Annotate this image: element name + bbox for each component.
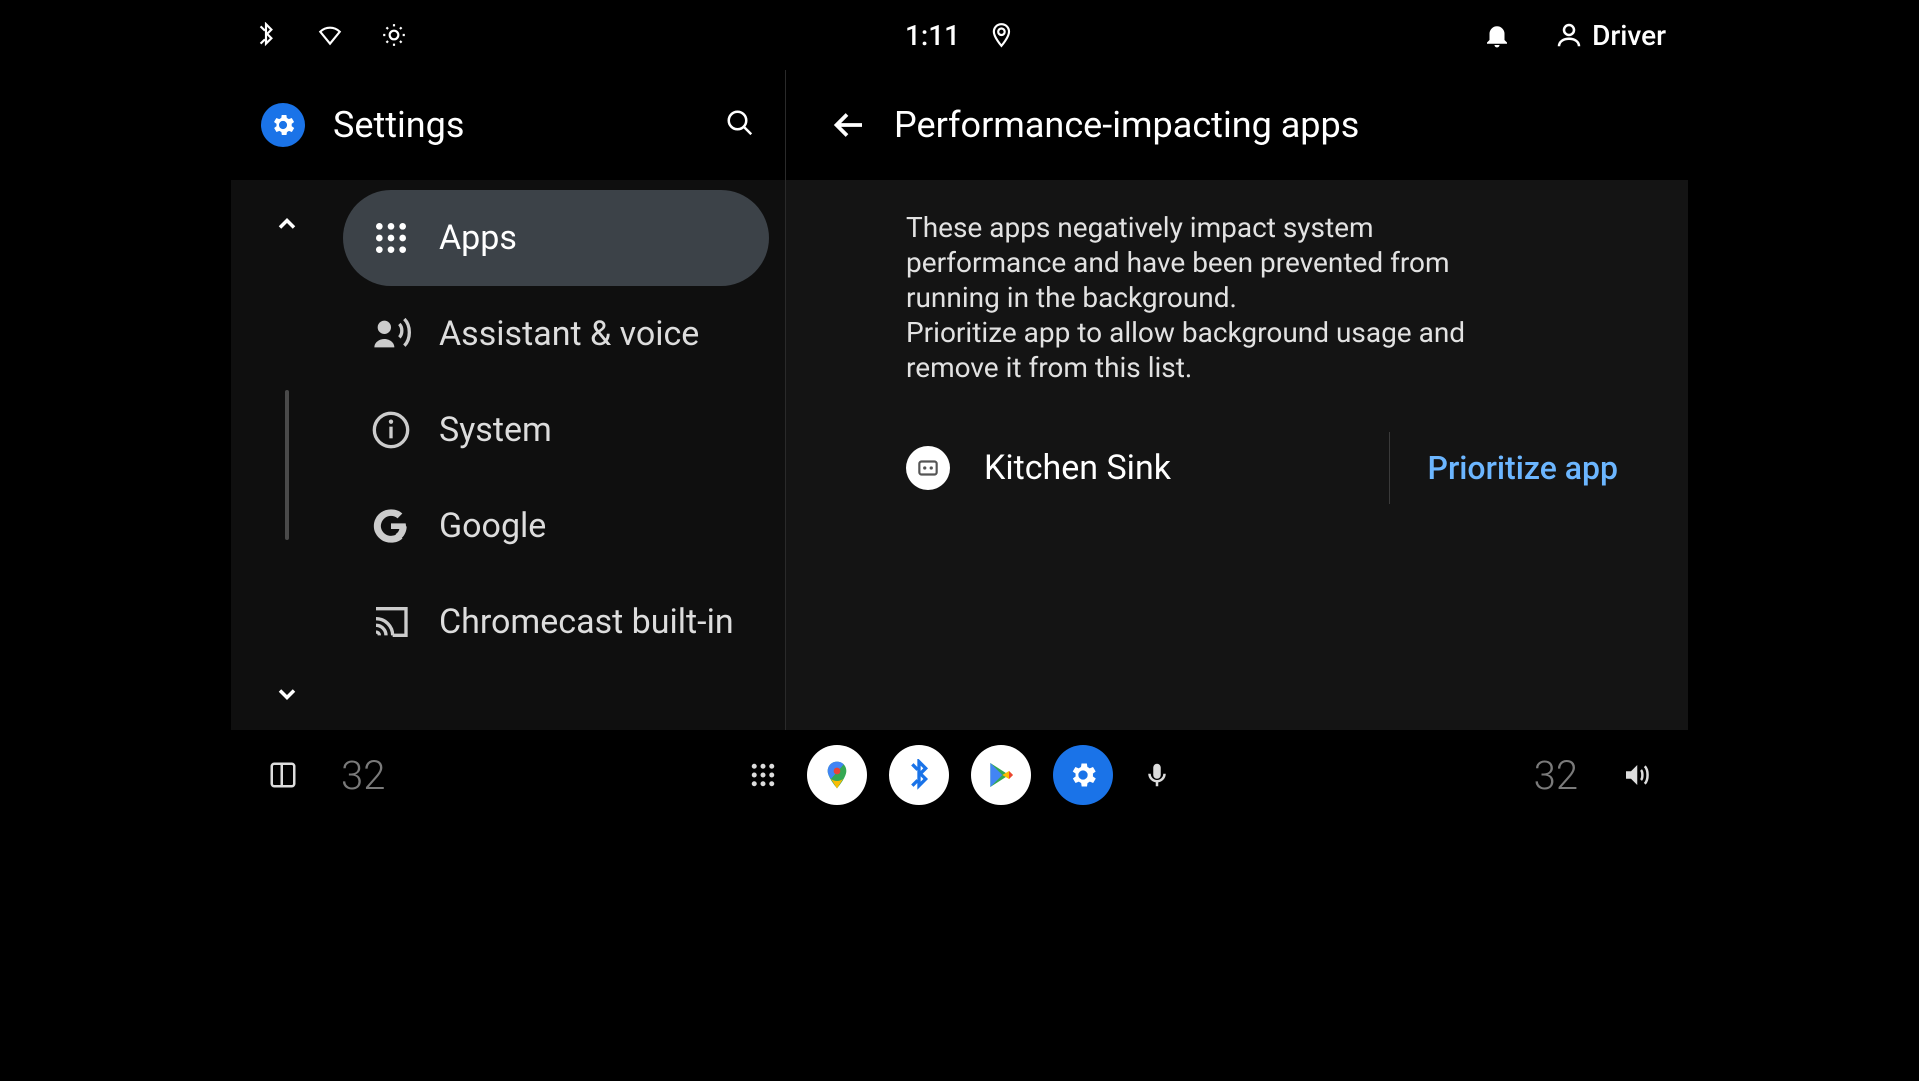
search-icon bbox=[725, 108, 755, 138]
maps-app-button[interactable] bbox=[807, 745, 867, 805]
microphone-icon bbox=[1142, 760, 1172, 790]
settings-app-button[interactable] bbox=[1053, 745, 1113, 805]
brightness-icon bbox=[381, 22, 407, 48]
play-icon bbox=[985, 759, 1017, 791]
scrollbar[interactable] bbox=[285, 390, 289, 540]
detail-title: Performance-impacting apps bbox=[894, 104, 1359, 146]
person-icon bbox=[1554, 20, 1584, 50]
divider bbox=[1389, 432, 1390, 504]
left-temperature[interactable]: 32 bbox=[341, 752, 385, 799]
volume-icon bbox=[1621, 760, 1651, 790]
scroll-down-button[interactable] bbox=[261, 668, 313, 720]
status-time: 1:11 bbox=[905, 19, 960, 52]
apps-grid-icon bbox=[371, 218, 411, 258]
detail-description: These apps negatively impact system perf… bbox=[906, 210, 1526, 385]
settings-sidebar: Settings Apps bbox=[231, 70, 786, 730]
app-icon bbox=[906, 446, 950, 490]
sidebar-item-google[interactable]: Google bbox=[343, 478, 769, 574]
app-row: Kitchen Sink Prioritize app bbox=[906, 431, 1628, 505]
notifications-icon[interactable] bbox=[1482, 20, 1512, 50]
app-launcher-button[interactable] bbox=[741, 753, 785, 797]
bluetooth-app-button[interactable] bbox=[889, 745, 949, 805]
detail-pane: Performance-impacting apps These apps ne… bbox=[786, 70, 1688, 730]
profile-chip[interactable]: Driver bbox=[1554, 19, 1666, 52]
layout-icon bbox=[268, 760, 298, 790]
wifi-icon bbox=[317, 22, 343, 48]
location-icon bbox=[988, 22, 1014, 48]
sidebar-header: Settings bbox=[231, 70, 785, 180]
sidebar-title: Settings bbox=[333, 104, 464, 146]
prioritize-app-button[interactable]: Prioritize app bbox=[1418, 431, 1628, 505]
bluetooth-icon bbox=[253, 22, 279, 48]
sidebar-item-label: Apps bbox=[439, 218, 517, 258]
voice-assistant-button[interactable] bbox=[1135, 753, 1179, 797]
sidebar-item-label: Google bbox=[439, 506, 546, 546]
sidebar-item-apps[interactable]: Apps bbox=[343, 190, 769, 286]
apps-grid-icon bbox=[748, 760, 778, 790]
assistant-voice-icon bbox=[371, 314, 411, 354]
status-bar: 1:11 Driver bbox=[231, 0, 1688, 70]
sidebar-item-system[interactable]: System bbox=[343, 382, 769, 478]
bottom-dock: 32 32 bbox=[231, 730, 1688, 820]
right-temperature[interactable]: 32 bbox=[1534, 752, 1578, 799]
play-store-button[interactable] bbox=[971, 745, 1031, 805]
info-icon bbox=[371, 410, 411, 450]
arrow-back-icon bbox=[832, 107, 868, 143]
sidebar-item-label: System bbox=[439, 410, 552, 450]
layout-button[interactable] bbox=[261, 753, 305, 797]
cast-icon bbox=[371, 602, 411, 642]
chevron-down-icon bbox=[273, 680, 301, 708]
google-g-icon bbox=[371, 506, 411, 546]
detail-header: Performance-impacting apps bbox=[786, 70, 1688, 180]
bluetooth-icon bbox=[903, 759, 935, 791]
volume-button[interactable] bbox=[1614, 753, 1658, 797]
sidebar-item-assistant[interactable]: Assistant & voice bbox=[343, 286, 769, 382]
maps-pin-icon bbox=[821, 759, 853, 791]
sidebar-item-chromecast[interactable]: Chromecast built-in bbox=[343, 574, 769, 670]
chevron-up-icon bbox=[273, 210, 301, 238]
back-button[interactable] bbox=[826, 101, 874, 149]
gear-icon bbox=[1067, 759, 1099, 791]
sidebar-item-label: Chromecast built-in bbox=[439, 602, 734, 642]
settings-gear-icon bbox=[261, 103, 305, 147]
profile-name: Driver bbox=[1592, 19, 1666, 52]
search-button[interactable] bbox=[725, 108, 755, 142]
app-name: Kitchen Sink bbox=[984, 448, 1171, 488]
sidebar-item-label: Assistant & voice bbox=[439, 314, 699, 354]
scroll-up-button[interactable] bbox=[261, 198, 313, 250]
